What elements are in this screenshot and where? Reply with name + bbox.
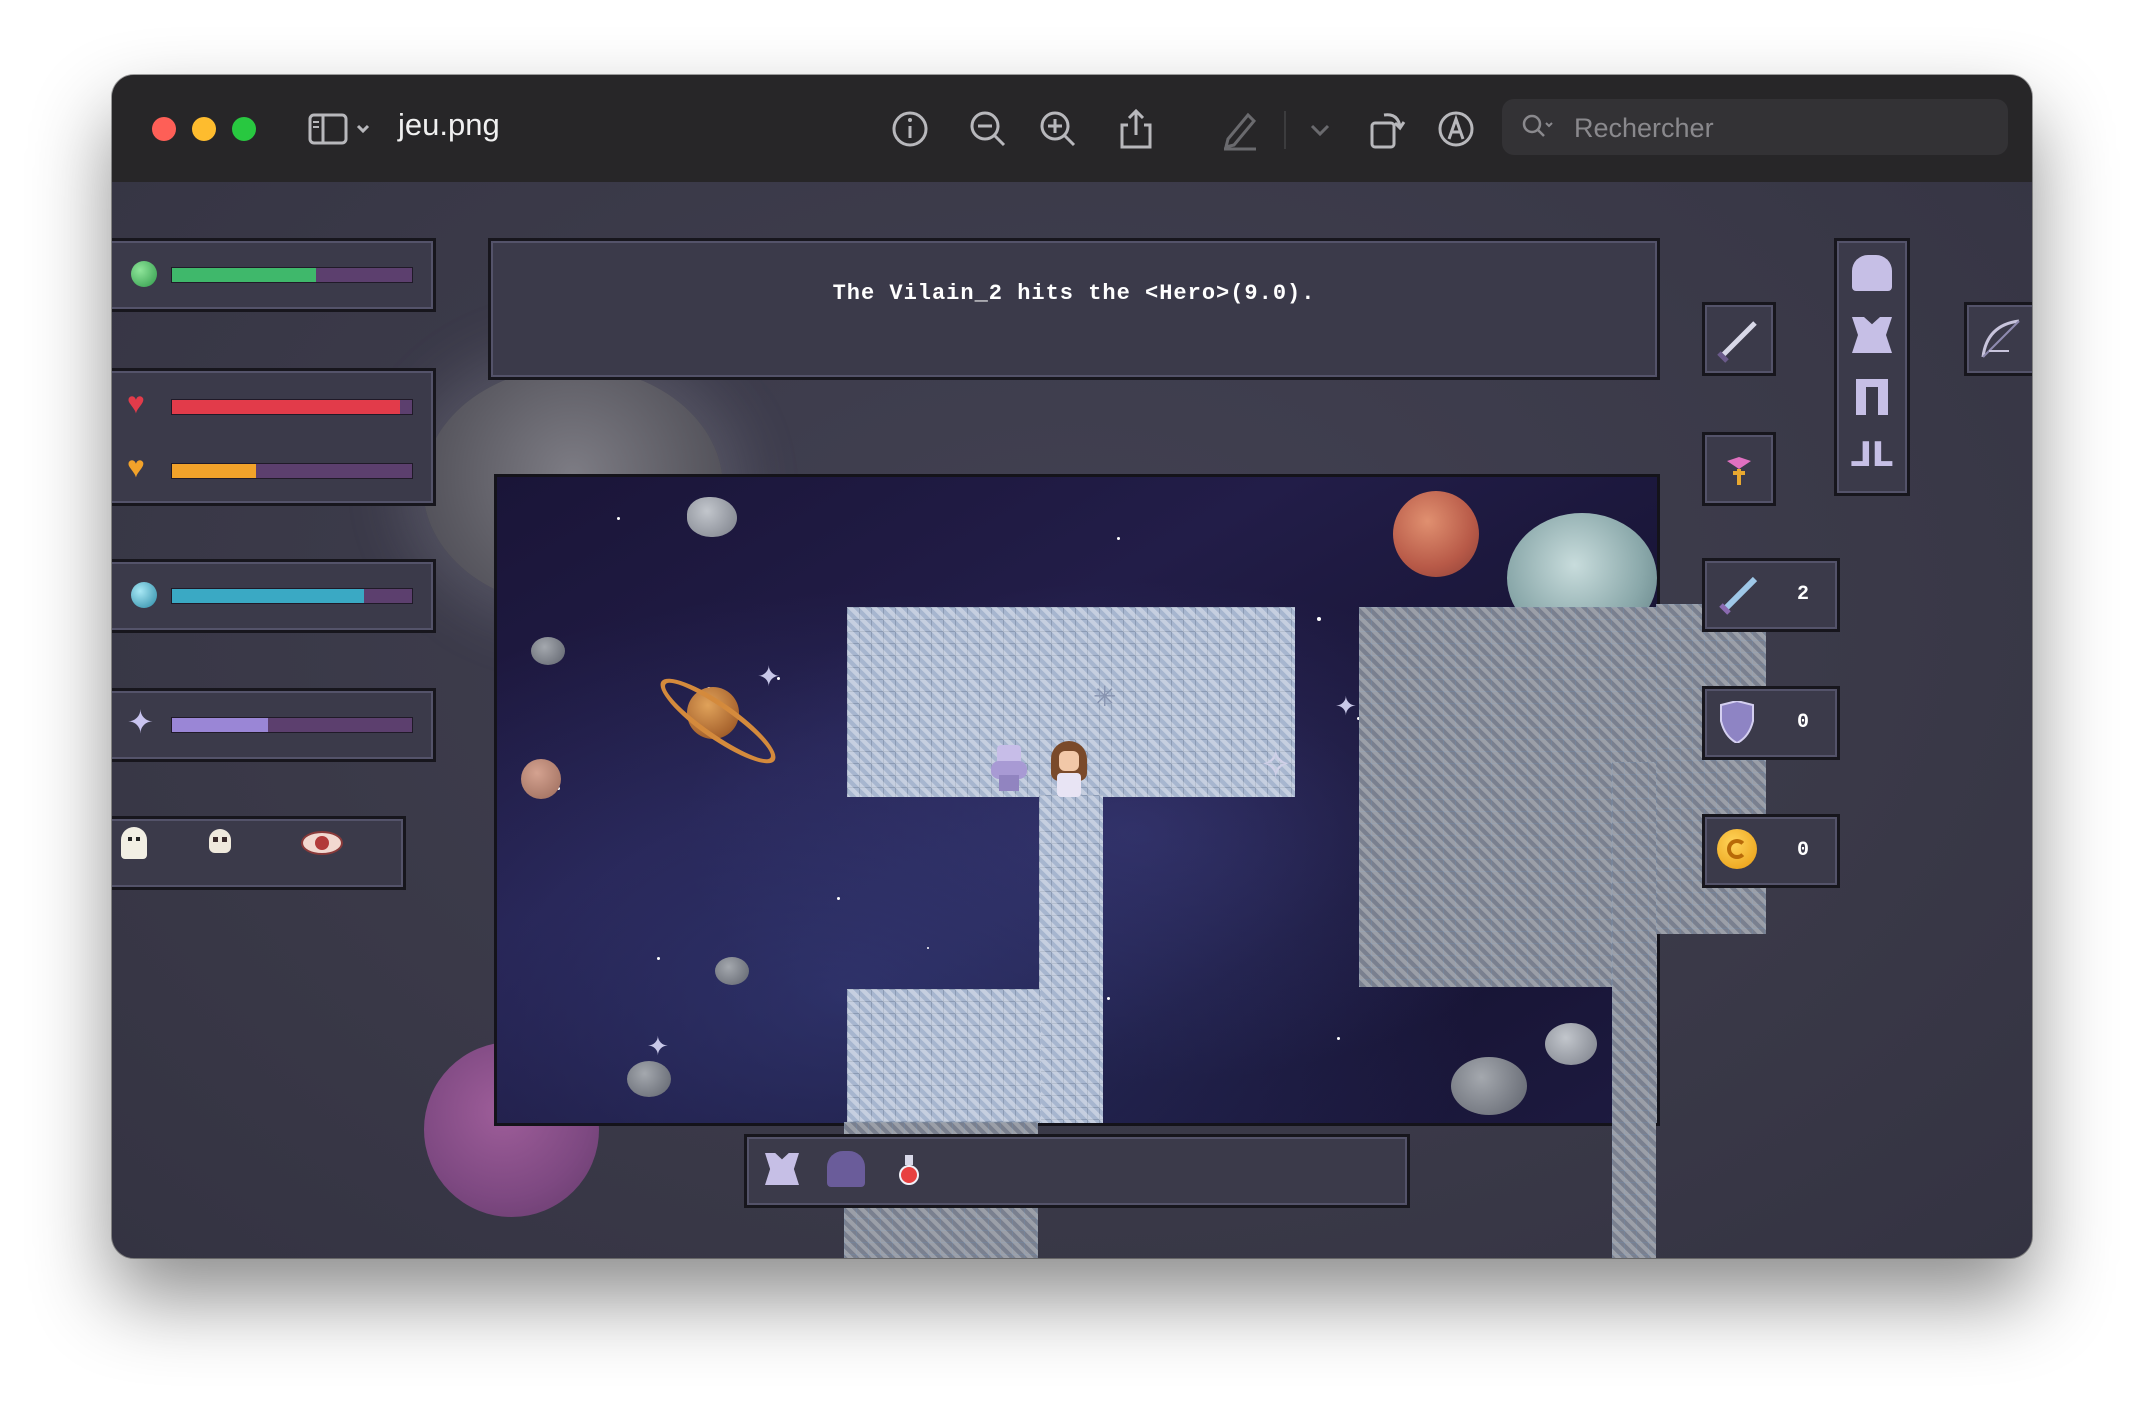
preview-window: jeu.png Rechercher ♥ ♥ ✦ The Vilain_2 hi… — [112, 75, 2032, 1258]
asteroid-sprite — [1451, 1057, 1527, 1115]
markup-pen-icon[interactable] — [1218, 107, 1262, 151]
armor-slots-panel: ⅃L — [1834, 238, 1910, 496]
star — [1337, 1037, 1340, 1040]
asteroid-sprite — [1545, 1023, 1597, 1065]
ranged-weapon-slot[interactable] — [1964, 302, 2032, 376]
toolbar-divider — [1284, 111, 1286, 149]
small-planet-sprite — [521, 759, 561, 799]
asteroid-sprite — [687, 497, 737, 537]
sword-count: 2 — [1797, 583, 1810, 606]
blue-orb-icon — [131, 582, 157, 608]
shuriken-sprite: ✧ — [1259, 743, 1293, 787]
vitals-panel: ♥ ♥ — [112, 368, 436, 506]
info-icon[interactable] — [888, 107, 932, 151]
sparkle-star: ✦ — [757, 661, 781, 692]
mana-bar — [171, 588, 413, 604]
asteroid-sprite — [531, 637, 565, 665]
experience-bar — [171, 717, 413, 733]
close-window-button[interactable] — [152, 117, 176, 141]
chevron-down-icon[interactable] — [1298, 107, 1342, 151]
sword-count-panel: 2 — [1702, 558, 1840, 632]
window-title: jeu.png — [398, 107, 500, 142]
star — [1107, 997, 1110, 1000]
maximize-window-button[interactable] — [232, 117, 256, 141]
boots-icon[interactable]: ⅃L — [1850, 437, 1893, 473]
coin-count-panel: 0 — [1702, 814, 1840, 888]
asteroid-sprite — [715, 957, 749, 985]
stamina-panel — [112, 238, 436, 312]
quickbar-panel — [744, 1134, 1410, 1208]
leg-armor-icon[interactable] — [1856, 379, 1888, 415]
amulet-slot[interactable] — [1702, 432, 1776, 506]
annotate-icon[interactable] — [1434, 107, 1478, 151]
share-icon[interactable] — [1114, 107, 1158, 151]
coin-icon — [1717, 829, 1757, 869]
helmet-icon[interactable] — [827, 1151, 865, 1187]
star — [1117, 537, 1120, 540]
zoom-out-icon[interactable] — [966, 107, 1010, 151]
search-field[interactable]: Rechercher — [1502, 99, 2008, 155]
search-icon — [1522, 114, 1553, 137]
cobweb-sprite: ✳ — [1093, 681, 1117, 712]
hunger-bar — [171, 463, 413, 479]
search-placeholder: Rechercher — [1574, 113, 1714, 143]
sparkle-star: ✦ — [1335, 691, 1357, 721]
red-planet-sprite — [1393, 491, 1479, 577]
corridor-tiles — [1039, 795, 1103, 1123]
stamina-bar — [171, 267, 413, 283]
chest-armor-icon[interactable] — [1852, 317, 1892, 353]
helmet-icon[interactable] — [1852, 255, 1892, 291]
heart-icon: ♥ — [127, 387, 145, 420]
floor-tiles — [847, 989, 1041, 1123]
eye-icon — [301, 831, 343, 855]
shield-count: 0 — [1797, 711, 1810, 734]
sidebar-toggle-icon[interactable] — [306, 107, 376, 151]
potion-icon[interactable] — [899, 1155, 919, 1185]
shield-icon — [1719, 699, 1755, 745]
sparkle-star: ✦ — [647, 1031, 669, 1061]
sparkle-icon: ✦ — [127, 704, 154, 740]
sword-icon — [1713, 569, 1765, 621]
hero-player-sprite — [1047, 741, 1091, 799]
mana-panel — [112, 559, 436, 633]
weapon-slot[interactable] — [1702, 302, 1776, 376]
armor-icon[interactable] — [765, 1153, 799, 1185]
coin-count: 0 — [1797, 839, 1810, 862]
game-screenshot: ♥ ♥ ✦ The Vilain_2 hits the <Hero>(9.0).… — [112, 182, 2032, 1258]
star — [927, 947, 929, 949]
zoom-in-icon[interactable] — [1036, 107, 1080, 151]
skull-icon — [209, 829, 231, 853]
health-bar — [171, 399, 413, 415]
bow-icon — [1973, 311, 2029, 367]
star — [617, 517, 620, 520]
star — [837, 897, 840, 900]
green-orb-icon — [131, 261, 157, 287]
amulet-icon — [1713, 443, 1765, 495]
vilain-enemy-sprite — [991, 745, 1027, 791]
asteroid-sprite — [627, 1061, 671, 1097]
star — [1317, 617, 1321, 621]
status-effects-panel — [112, 816, 406, 890]
star — [657, 957, 660, 960]
experience-panel: ✦ — [112, 688, 436, 762]
message-log-panel: The Vilain_2 hits the <Hero>(9.0). — [488, 238, 1660, 380]
floor-tiles-outside — [1612, 762, 1656, 1258]
golden-heart-icon: ♥ — [127, 451, 145, 484]
combat-log-message: The Vilain_2 hits the <Hero>(9.0). — [832, 281, 1316, 306]
game-viewport: ✦ ✦ ✦ ✧ ✳ — [494, 474, 1660, 1126]
rotate-icon[interactable] — [1364, 107, 1408, 151]
shield-count-panel: 0 — [1702, 686, 1840, 760]
minimize-window-button[interactable] — [192, 117, 216, 141]
ghost-icon — [121, 827, 147, 859]
dagger-icon — [1713, 313, 1765, 365]
title-bar: jeu.png Rechercher — [112, 75, 2032, 184]
